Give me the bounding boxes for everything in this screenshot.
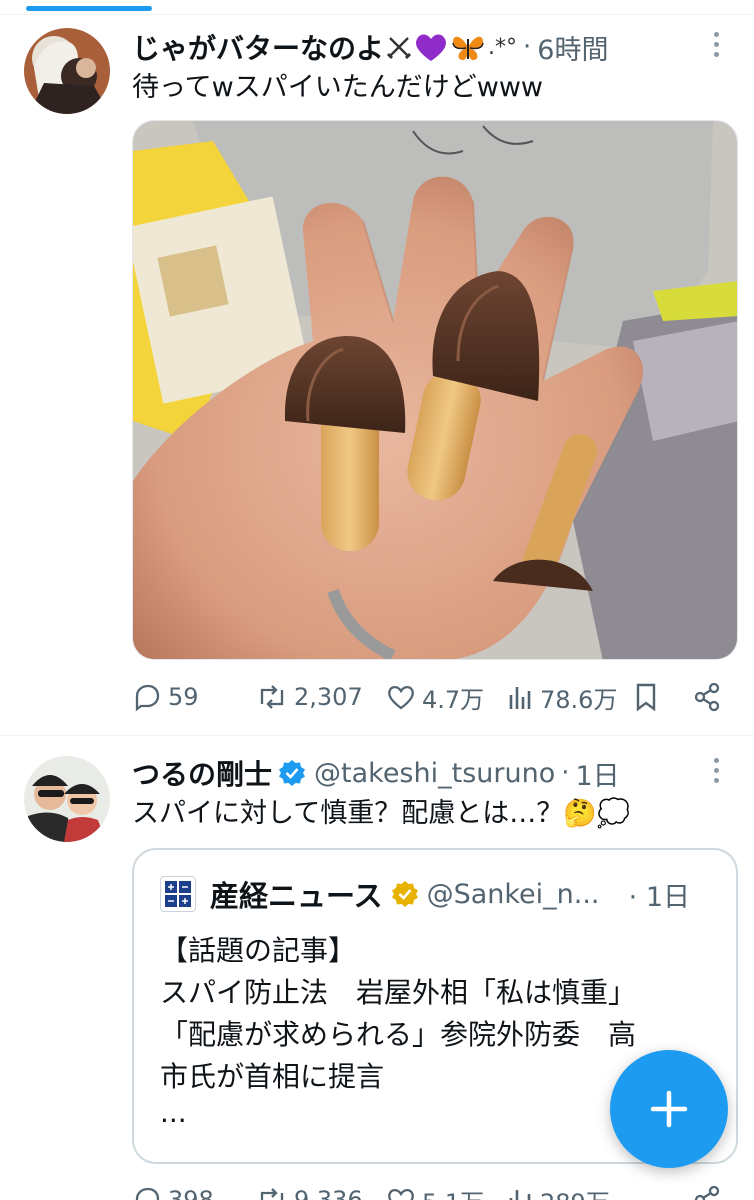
gold-verified-badge-icon [391, 881, 418, 907]
compose-fab-button[interactable] [610, 1050, 728, 1168]
bookmark-button[interactable] [634, 682, 658, 712]
name-emoji-decoration: .*° [386, 31, 517, 63]
like-count: 4.7万 [422, 685, 485, 714]
heart-icon [388, 685, 414, 710]
tweet-actions: 398 9,336 5.1万 289万 [132, 1180, 732, 1200]
plus-icon [650, 1090, 688, 1128]
timestamp[interactable]: 1日 [576, 754, 620, 793]
share-icon [694, 682, 720, 712]
reply-button[interactable]: 59 [132, 682, 199, 712]
views-chart-icon [509, 1190, 531, 1200]
avatar[interactable] [24, 28, 110, 114]
tweet-text: スパイに対して慎重？配慮とは…？🤔💭 [132, 798, 631, 829]
repost-button[interactable]: 9,336 [256, 1185, 363, 1200]
quoted-author-name[interactable]: 産経ニュース [210, 873, 383, 915]
repost-icon [260, 1188, 284, 1200]
verified-badge-icon [279, 760, 306, 786]
sankei-logo-avatar [160, 876, 196, 912]
repost-count: 2,307 [294, 683, 363, 711]
quote-line: 【話題の記事】 [160, 934, 357, 967]
tweet-actions: 59 2,307 4.7万 78.6万 [132, 677, 732, 717]
heart-icon [388, 1188, 414, 1200]
more-options-icon[interactable] [714, 32, 720, 57]
reply-icon [135, 684, 160, 712]
more-options-icon[interactable] [714, 758, 720, 783]
author-name[interactable]: じゃがバターなのよ [132, 27, 384, 67]
like-button[interactable]: 4.7万 [386, 680, 484, 715]
quote-line: スパイ防止法 岩屋外相「私は慎重」 [160, 976, 637, 1009]
views-chart-icon [509, 687, 531, 709]
view-count: 289万 [540, 1183, 610, 1200]
reply-button[interactable]: 398 [132, 1185, 214, 1200]
view-count: 78.6万 [540, 685, 618, 714]
share-button[interactable] [692, 1185, 722, 1200]
repost-count: 9,336 [294, 1186, 363, 1200]
butterfly-icon [452, 36, 484, 61]
author-handle[interactable]: @takeshi_tsuruno [314, 758, 555, 789]
quoted-timestamp[interactable]: · 1日 [629, 875, 690, 914]
purple-heart-icon [416, 34, 446, 61]
bookmark-icon [636, 683, 656, 712]
separator-dot: · [561, 758, 570, 788]
quote-line: 「配慮が求められる」参院外防委 高 [160, 1018, 637, 1051]
sparkle-text: .*° [488, 34, 518, 60]
like-count: 5.1万 [422, 1183, 484, 1200]
quoted-author-handle[interactable]: @Sankei_n... [427, 879, 600, 910]
share-icon [694, 1185, 720, 1200]
like-button[interactable]: 5.1万 [386, 1183, 484, 1200]
tweet[interactable]: じゃがバターなのよ .*° · 6時間 待ってwスパイいたんだけどwww 59 … [0, 0, 754, 735]
avatar[interactable] [24, 756, 110, 842]
reply-count: 59 [168, 683, 199, 711]
tweet-photo[interactable] [132, 120, 738, 660]
tweet-text: 待ってwスパイいたんだけどwww [132, 72, 543, 103]
repost-icon [260, 685, 284, 709]
views-button[interactable]: 289万 [506, 1183, 610, 1200]
repost-button[interactable]: 2,307 [256, 682, 363, 712]
author-name[interactable]: つるの剛士 [132, 753, 272, 793]
views-button[interactable]: 78.6万 [506, 680, 617, 715]
reply-count: 398 [168, 1186, 214, 1200]
crossed-swords-icon [386, 37, 412, 60]
reply-icon [135, 1187, 160, 1200]
separator-dot: · [523, 32, 532, 62]
timestamp[interactable]: 6時間 [537, 28, 608, 67]
share-button[interactable] [692, 682, 722, 712]
